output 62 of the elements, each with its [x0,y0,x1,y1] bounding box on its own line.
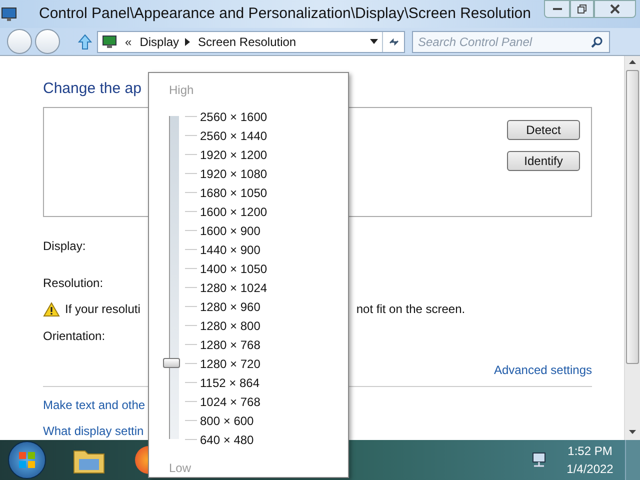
forward-button[interactable] [35,29,60,54]
chevron-right-icon [185,38,190,46]
monitor-icon [102,34,117,48]
resolution-option[interactable]: 1280 × 800 [200,316,260,334]
page-heading: Change the ap [43,79,142,99]
field-label: Resolution: [43,275,104,292]
network-icon[interactable] [531,452,547,468]
resolution-option[interactable]: 1280 × 960 [200,298,260,316]
window-title: Control Panel\Appearance and Personalization\Display\Screen Resolution [39,4,531,24]
start-button[interactable] [8,441,46,479]
resolution-option[interactable]: 2560 × 1440 [200,126,268,144]
scrollbar-thumb[interactable] [626,70,639,364]
action-button[interactable]: Detect [507,120,580,140]
monitor-icon [1,6,17,22]
breadcrumb-item[interactable]: Screen Resolution [198,32,296,50]
warning-text: If your resoluti [65,301,140,318]
close-button[interactable] [594,0,636,18]
resolution-option[interactable]: 1600 × 900 [200,222,260,240]
resolution-option[interactable]: 640 × 480 [200,430,254,448]
resolution-option[interactable]: 1400 × 1050 [200,260,268,278]
back-button[interactable] [7,29,32,54]
resolution-option[interactable]: 1600 × 1200 [200,202,268,220]
scroll-down-icon[interactable] [629,430,636,434]
high-label: High [169,83,194,97]
scrollbar[interactable] [624,56,640,440]
clock-date: 1/4/2022 [566,461,614,478]
close-icon [610,4,620,14]
resolution-option[interactable]: 1440 × 900 [200,240,260,258]
warning-text: not fit on the screen. [356,301,466,318]
resolution-option[interactable]: 800 × 600 [200,412,254,430]
resolution-option[interactable]: 2560 × 1600 [200,108,268,126]
search-icon[interactable] [591,36,603,48]
advanced-settings-link[interactable]: Advanced settings [494,361,592,379]
warning-icon [43,302,60,316]
resolution-option[interactable]: 1280 × 720 [200,354,260,372]
resolution-option[interactable]: 1680 × 1050 [200,184,268,202]
address-field[interactable]: « Display Screen Resolution [97,30,405,52]
help-link[interactable]: What display settin [43,422,144,440]
action-button[interactable]: Identify [507,151,580,171]
scroll-up-icon[interactable] [629,60,636,64]
search-input[interactable]: Search Control Panel [418,32,591,50]
minimize-button[interactable] [544,0,570,18]
resolution-option[interactable]: 1280 × 768 [200,336,260,354]
resolution-option[interactable]: 1920 × 1080 [200,164,268,182]
low-label: Low [169,461,192,475]
help-link[interactable]: Make text and othe [43,396,146,414]
resolution-option[interactable]: 1920 × 1200 [200,146,268,164]
slider-thumb[interactable] [163,358,180,368]
field-label: Orientation: [43,328,106,345]
resolution-option[interactable]: 1024 × 768 [200,392,260,410]
resolution-option[interactable]: 1280 × 1024 [200,278,268,296]
restore-icon [577,4,587,14]
restore-button[interactable] [570,0,594,18]
up-arrow-icon[interactable] [78,34,92,50]
breadcrumb-item[interactable]: Display [140,32,180,50]
resolution-option[interactable]: 1152 × 864 [200,374,260,392]
dropdown-caret-icon[interactable] [370,39,378,44]
breadcrumb-overflow[interactable]: « [125,32,132,50]
clock-time: 1:52 PM [568,443,612,460]
field-label: Display: [43,238,86,255]
search-field[interactable]: Search Control Panel [412,30,610,52]
windows-logo-icon [17,450,37,470]
